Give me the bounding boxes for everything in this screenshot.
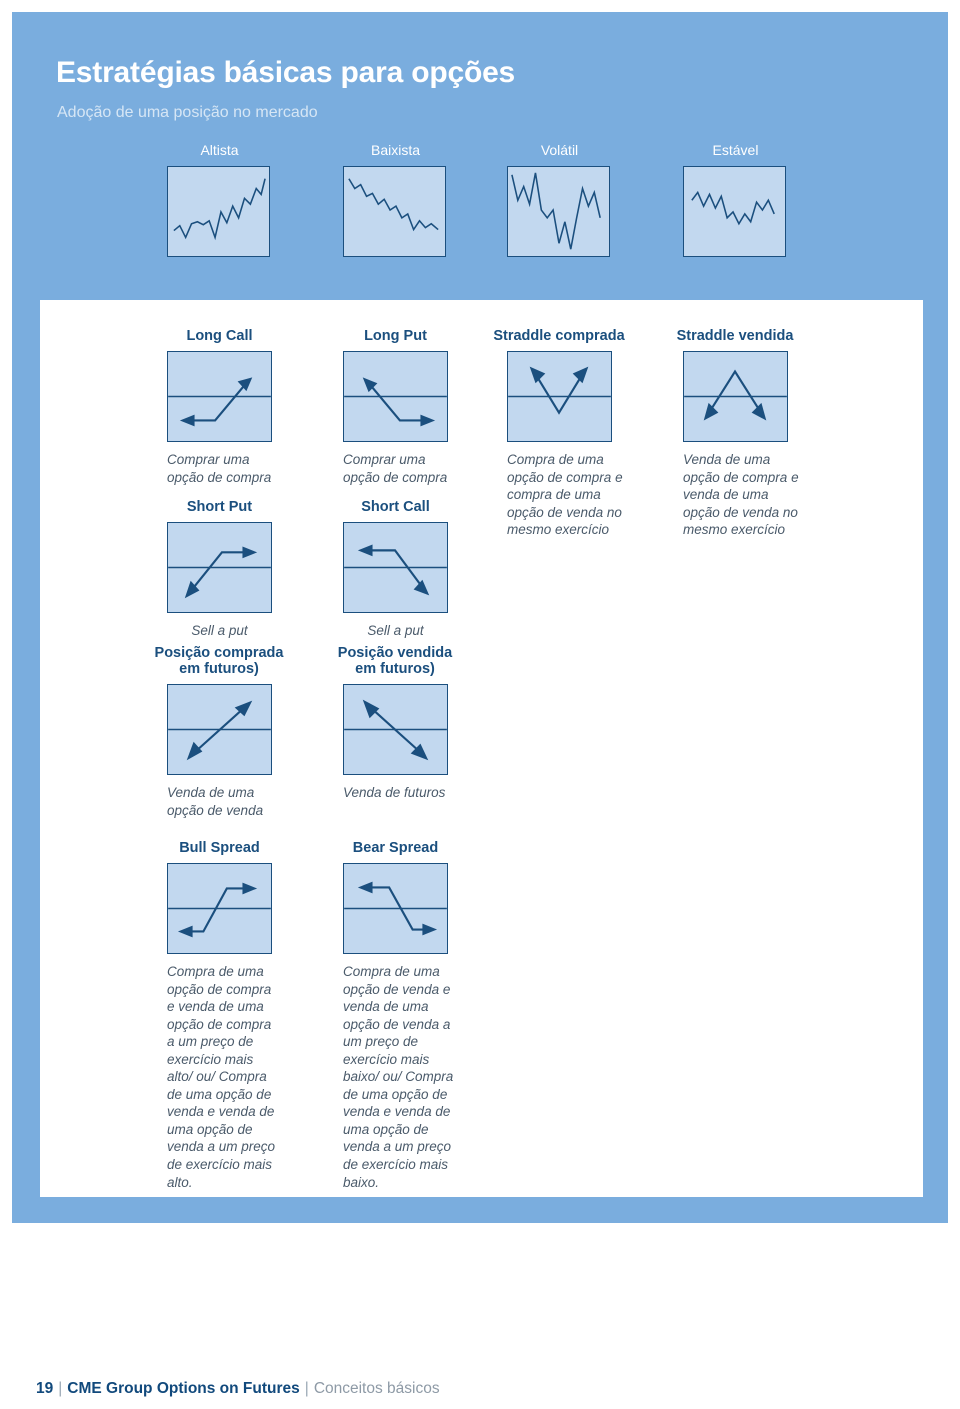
page-title: Estratégias básicas para opções [56, 56, 516, 89]
bull-spread-payoff-icon [167, 863, 272, 954]
sentiment-label: Volátil [540, 142, 579, 158]
strategy-caption: Sell a put [367, 623, 424, 638]
strategy-caption: Compra de uma opção de compra e compra d… [507, 452, 623, 538]
bear-spread-payoff-icon [343, 863, 448, 954]
strategy-long-call: Long Call Comprar uma opção de compra [167, 328, 279, 486]
sentiment-label: Baixista [370, 142, 421, 158]
sentiment-label: Estável [712, 142, 759, 158]
strategy-title: Straddle vendida [676, 328, 794, 344]
strategy-title: Short Put [186, 499, 253, 515]
short-futures-payoff-icon [343, 684, 448, 775]
stable-line-icon [683, 166, 786, 257]
strategy-title: Short Call [361, 499, 430, 515]
strategy-title-line2: em futuros) [355, 661, 435, 677]
strategy-title: Bear Spread [352, 840, 439, 856]
sentiment-baixista: Baixista [343, 142, 519, 257]
sentiment-label: Altista [200, 142, 239, 158]
strategy-title-line2: em futuros) [179, 661, 259, 677]
strategy-caption: Comprar uma opção de compra [343, 452, 448, 485]
strategy-title-line1: Posição vendida [337, 645, 453, 661]
strategy-short-call: Short Call Sell a put [343, 499, 448, 640]
long-straddle-payoff-icon [507, 351, 612, 442]
page-subtitle: Adoção de uma posição no mercado [57, 104, 318, 121]
footer-separator-1: | [58, 1380, 63, 1397]
strategy-posicao-vendida-futuros: Posição vendida em futuros) Venda de fut… [338, 645, 485, 802]
downtrend-line-icon [343, 166, 446, 257]
strategy-caption: Compra de uma opção de compra e venda de… [167, 964, 276, 1190]
page-footer: 19 | CME Group Options on Futures | Conceito… [36, 1380, 440, 1398]
short-put-payoff-icon [167, 522, 272, 613]
volatile-line-icon [507, 166, 610, 257]
sentiment-estavel: Estável [683, 142, 859, 257]
strategy-bear-spread: Bear Spread Compra de uma opção de venda… [343, 840, 455, 1191]
strategy-caption: Comprar uma opção de compra [167, 452, 272, 485]
strategy-straddle-comprada: Straddle comprada Compra de uma opção de… [493, 328, 649, 539]
strategy-long-put: Long Put Comprar uma opção de compra [343, 328, 455, 486]
strategy-title: Bull Spread [179, 840, 260, 856]
strategy-short-put: Short Put Sell a put [167, 499, 272, 640]
uptrend-line-icon [167, 166, 270, 257]
strategy-caption: Venda de uma opção de compra e venda de … [683, 452, 799, 538]
strategy-caption: Venda de futuros [343, 785, 446, 800]
strategy-caption: Sell a put [191, 623, 248, 638]
footer-brand: CME Group Options on Futures [67, 1380, 300, 1397]
short-call-payoff-icon [343, 522, 448, 613]
strategy-caption: Venda de uma opção de venda [167, 785, 264, 818]
footer-separator-2: | [304, 1380, 309, 1397]
long-put-payoff-icon [343, 351, 448, 442]
sentiment-altista: Altista [167, 142, 343, 257]
short-straddle-payoff-icon [683, 351, 788, 442]
strategy-caption: Compra de uma opção de venda e venda de … [343, 964, 454, 1190]
strategies-panel: Long Call Comprar uma opção de compra Lo… [40, 300, 923, 1197]
strategy-title: Straddle comprada [493, 328, 625, 344]
strategy-title-line1: Posição comprada [154, 645, 284, 661]
strategy-bull-spread: Bull Spread Compra de uma opção de compr… [167, 840, 279, 1191]
sentiment-volatil: Volátil [507, 142, 683, 257]
long-call-payoff-icon [167, 351, 272, 442]
strategy-title: Long Call [186, 328, 253, 344]
strategy-title: Long Put [364, 328, 427, 344]
footer-section: Conceitos básicos [313, 1380, 440, 1397]
long-futures-payoff-icon [167, 684, 272, 775]
strategy-posicao-comprada-futuros: Posição comprada em futuros) Venda de um… [155, 645, 309, 819]
page-number: 19 [36, 1380, 54, 1397]
strategy-straddle-vendida: Straddle vendida Venda de uma opção de c… [677, 328, 825, 539]
